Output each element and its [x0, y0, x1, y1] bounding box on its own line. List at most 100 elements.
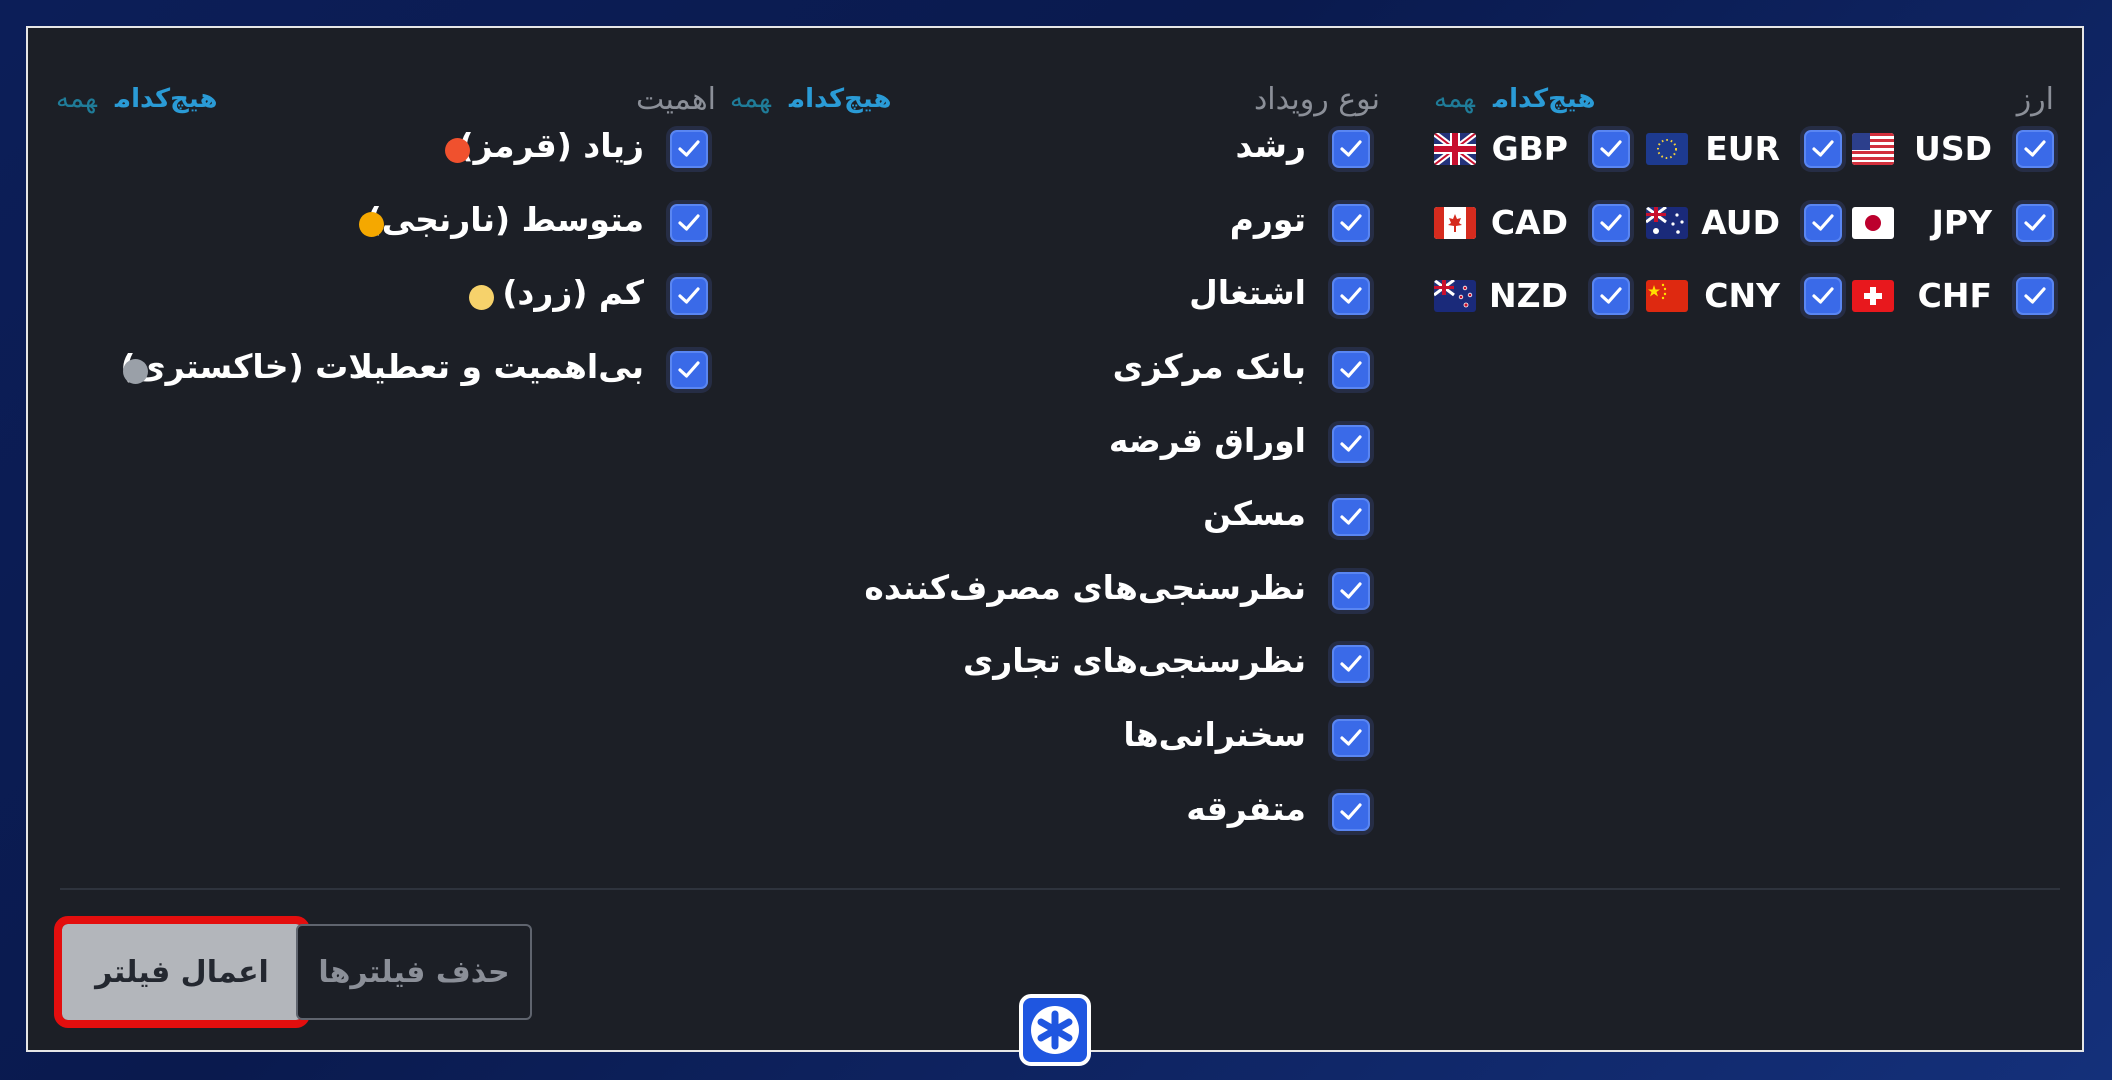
checkbox-employment[interactable]	[1332, 277, 1370, 315]
au-flag-icon	[1646, 207, 1688, 239]
importance-label-low: کم (زرد)	[502, 273, 644, 312]
event-label-consumer-surveys: نظرسنجی‌های مصرف‌کننده	[864, 568, 1306, 607]
event-label-growth: رشد	[1235, 126, 1306, 165]
event-type-filter: نوع رویداد هیچ‌کدام همه رشد تورم اشتغال ب…	[730, 28, 1380, 888]
currency-label-jpy: JPY	[1931, 203, 1992, 242]
orange-dot-icon	[359, 212, 384, 237]
jp-flag-icon	[1852, 207, 1894, 239]
importance-label-high: زیاد (قرمز)	[458, 126, 644, 165]
check-icon	[678, 140, 700, 157]
event-label-central-bank: بانک مرکزی	[1112, 347, 1306, 386]
gb-flag-icon	[1434, 133, 1476, 165]
event-label-inflation: تورم	[1229, 200, 1306, 239]
currency-select-all-link[interactable]: همه	[1434, 84, 1475, 114]
checkbox-importance-high[interactable]	[670, 130, 708, 168]
currency-label-usd: USD	[1914, 129, 1992, 168]
currency-title: ارز	[2016, 82, 2054, 117]
currency-label-chf: CHF	[1917, 276, 1992, 315]
checkbox-growth[interactable]	[1332, 130, 1370, 168]
ca-flag-icon	[1434, 207, 1476, 239]
checkbox-business-surveys[interactable]	[1332, 645, 1370, 683]
event-type-title: نوع رویداد	[1253, 82, 1380, 117]
clear-filters-button[interactable]: حذف فیلترها	[296, 924, 532, 1020]
check-icon	[2024, 214, 2046, 231]
currency-label-aud: AUD	[1701, 203, 1780, 242]
currency-label-eur: EUR	[1705, 129, 1780, 168]
check-icon	[1812, 214, 1834, 231]
red-dot-icon	[445, 138, 470, 163]
checkbox-jpy[interactable]	[2016, 204, 2054, 242]
check-icon	[2024, 140, 2046, 157]
importance-label-none: بی‌اهمیت و تعطیلات (خاکستری)	[120, 347, 644, 386]
nz-flag-icon	[1434, 280, 1476, 312]
checkbox-nzd[interactable]	[1592, 277, 1630, 315]
check-icon	[1600, 214, 1622, 231]
checkbox-misc[interactable]	[1332, 793, 1370, 831]
event-type-header: نوع رویداد هیچ‌کدام همه	[730, 82, 1380, 122]
checkbox-chf[interactable]	[2016, 277, 2054, 315]
checkbox-aud[interactable]	[1804, 204, 1842, 242]
gray-dot-icon	[123, 359, 148, 384]
us-flag-icon	[1852, 133, 1894, 165]
event-label-housing: مسکن	[1203, 494, 1306, 533]
apply-filter-button[interactable]: اعمال فیلتر	[54, 916, 310, 1028]
event-type-select-all-link[interactable]: همه	[730, 84, 771, 114]
checkbox-housing[interactable]	[1332, 498, 1370, 536]
check-icon	[678, 287, 700, 304]
checkbox-inflation[interactable]	[1332, 204, 1370, 242]
checkbox-cny[interactable]	[1804, 277, 1842, 315]
currency-select-none-link[interactable]: هیچ‌کدام	[1493, 84, 1596, 114]
checkbox-consumer-surveys[interactable]	[1332, 572, 1370, 610]
check-icon	[1340, 435, 1362, 452]
check-icon	[1340, 287, 1362, 304]
ch-flag-icon	[1852, 280, 1894, 312]
check-icon	[1340, 803, 1362, 820]
event-label-bonds: اوراق قرضه	[1108, 421, 1306, 460]
checkbox-central-bank[interactable]	[1332, 351, 1370, 389]
checkbox-importance-medium[interactable]	[670, 204, 708, 242]
check-icon	[678, 214, 700, 231]
asterisk-icon	[1031, 1006, 1079, 1054]
checkbox-gbp[interactable]	[1592, 130, 1630, 168]
checkbox-importance-low[interactable]	[670, 277, 708, 315]
importance-select-all-link[interactable]: همه	[56, 84, 97, 114]
currency-label-gbp: GBP	[1491, 129, 1568, 168]
check-icon	[1600, 287, 1622, 304]
check-icon	[1812, 287, 1834, 304]
currency-label-cad: CAD	[1490, 203, 1568, 242]
check-icon	[1340, 508, 1362, 525]
yellow-dot-icon	[469, 285, 494, 310]
currency-label-nzd: NZD	[1489, 276, 1568, 315]
currency-label-cny: CNY	[1704, 276, 1780, 315]
check-icon	[1340, 582, 1362, 599]
checkbox-usd[interactable]	[2016, 130, 2054, 168]
checkbox-eur[interactable]	[1804, 130, 1842, 168]
importance-label-medium: متوسط (نارنجی)	[366, 200, 644, 239]
check-icon	[1340, 729, 1362, 746]
check-icon	[1340, 655, 1362, 672]
importance-title: اهمیت	[635, 82, 716, 117]
floating-action-button[interactable]	[1019, 994, 1091, 1066]
check-icon	[678, 361, 700, 378]
event-label-employment: اشتغال	[1189, 273, 1306, 312]
check-icon	[1340, 361, 1362, 378]
currency-filter: ارز هیچ‌کدام همه USD EUR GBP	[1434, 28, 2054, 888]
importance-filter: اهمیت هیچ‌کدام همه زیاد (قرمز) متوسط (نار…	[56, 28, 716, 888]
eu-flag-icon	[1646, 133, 1688, 165]
event-label-speeches: سخنرانی‌ها	[1123, 715, 1306, 754]
check-icon	[1340, 140, 1362, 157]
check-icon	[1600, 140, 1622, 157]
event-label-misc: متفرقه	[1186, 789, 1306, 828]
checkbox-bonds[interactable]	[1332, 425, 1370, 463]
checkbox-speeches[interactable]	[1332, 719, 1370, 757]
checkbox-cad[interactable]	[1592, 204, 1630, 242]
check-icon	[1812, 140, 1834, 157]
currency-header: ارز هیچ‌کدام همه	[1434, 82, 2054, 122]
event-label-business-surveys: نظرسنجی‌های تجاری	[963, 641, 1306, 680]
event-type-select-none-link[interactable]: هیچ‌کدام	[789, 84, 892, 114]
filter-panel: ارز هیچ‌کدام همه USD EUR GBP	[26, 26, 2084, 1052]
importance-select-none-link[interactable]: هیچ‌کدام	[115, 84, 218, 114]
checkbox-importance-none[interactable]	[670, 351, 708, 389]
check-icon	[2024, 287, 2046, 304]
importance-header: اهمیت هیچ‌کدام همه	[56, 82, 716, 122]
